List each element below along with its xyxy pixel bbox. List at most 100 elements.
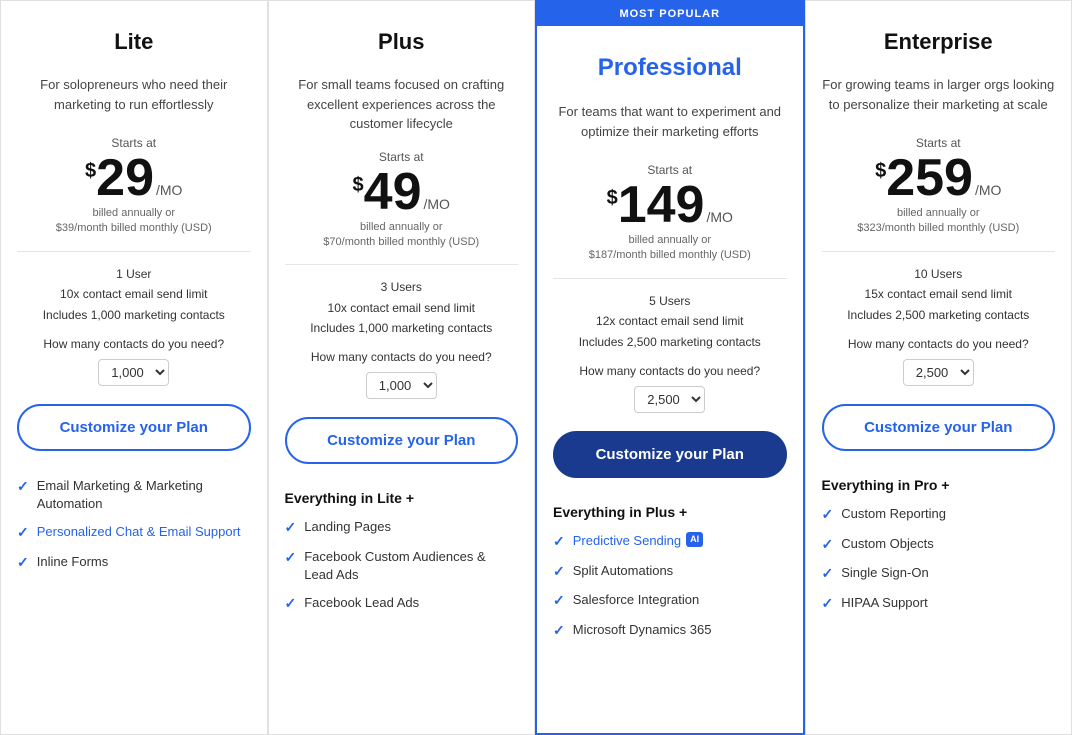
feature-link[interactable]: Personalized Chat & Email Support [37, 523, 241, 541]
plan-name: Professional [553, 54, 787, 82]
check-icon: ✓ [285, 518, 297, 538]
contacts-select-wrapper: 1,000 [1, 355, 267, 396]
price-dollar: $ [85, 160, 96, 183]
billed-info: billed annually or$39/month billed month… [1, 204, 267, 245]
everything-in: Everything in Lite + [285, 490, 519, 506]
price-mo: /MO [156, 182, 182, 198]
price-row: $ 149 /MO [537, 179, 803, 231]
feature-item: ✓ Inline Forms [17, 553, 251, 573]
check-icon: ✓ [553, 591, 565, 611]
check-icon: ✓ [17, 523, 29, 543]
price-amount: 149 [618, 179, 705, 231]
billed-info: billed annually or$70/month billed month… [269, 218, 535, 259]
plan-header-lite: Lite [1, 1, 267, 65]
contacts-dropdown[interactable]: 2,500 [903, 359, 974, 386]
contacts-question: How many contacts do you need? [269, 344, 535, 368]
feature-text: Custom Objects [841, 535, 933, 553]
check-icon: ✓ [822, 564, 834, 584]
contacts-dropdown[interactable]: 2,500 [634, 386, 705, 413]
limit-item: 1 User [17, 264, 251, 284]
feature-item: ✓ Salesforce Integration [553, 591, 787, 611]
plan-description: For small teams focused on crafting exce… [269, 65, 535, 144]
starts-at-label: Starts at [537, 163, 803, 177]
contacts-question: How many contacts do you need? [806, 331, 1072, 355]
price-row: $ 259 /MO [806, 152, 1072, 204]
price-amount: 29 [96, 152, 154, 204]
check-icon: ✓ [553, 621, 565, 641]
cta-button-professional[interactable]: Customize your Plan [553, 431, 787, 478]
ai-badge: AI [686, 532, 703, 547]
contacts-select-wrapper: 1,000 [269, 368, 535, 409]
limit-item: 15x contact email send limit [822, 284, 1056, 304]
check-icon: ✓ [822, 535, 834, 555]
limit-item: Includes 2,500 marketing contacts [822, 305, 1056, 325]
plan-card-plus: Plus For small teams focused on crafting… [268, 0, 536, 735]
feature-text: Facebook Lead Ads [304, 594, 419, 612]
contacts-dropdown[interactable]: 1,000 [98, 359, 169, 386]
price-row: $ 49 /MO [269, 166, 535, 218]
price-mo: /MO [975, 182, 1001, 198]
limit-item: Includes 2,500 marketing contacts [553, 332, 787, 352]
check-icon: ✓ [553, 532, 565, 552]
price-amount: 259 [886, 152, 973, 204]
starts-at-label: Starts at [806, 136, 1072, 150]
feature-text: Split Automations [573, 562, 673, 580]
pricing-container: Lite For solopreneurs who need their mar… [0, 0, 1072, 735]
feature-text: Custom Reporting [841, 505, 946, 523]
feature-text: HIPAA Support [841, 594, 927, 612]
limit-item: Includes 1,000 marketing contacts [285, 318, 519, 338]
plan-header-enterprise: Enterprise [806, 1, 1072, 65]
plan-card-enterprise: Enterprise For growing teams in larger o… [805, 0, 1072, 735]
check-icon: ✓ [17, 477, 29, 497]
contacts-question: How many contacts do you need? [1, 331, 267, 355]
plan-limits: 3 Users10x contact email send limitInclu… [269, 271, 535, 344]
cta-button-lite[interactable]: Customize your Plan [17, 404, 251, 451]
limit-item: 10x contact email send limit [285, 298, 519, 318]
plan-limits: 10 Users15x contact email send limitIncl… [806, 258, 1072, 331]
price-dollar: $ [607, 187, 618, 210]
feature-text: Facebook Custom Audiences & Lead Ads [304, 548, 518, 584]
plan-card-lite: Lite For solopreneurs who need their mar… [0, 0, 268, 735]
price-amount: 49 [364, 166, 422, 218]
check-icon: ✓ [822, 594, 834, 614]
price-mo: /MO [424, 196, 450, 212]
feature-item: ✓ Email Marketing & Marketing Automation [17, 477, 251, 513]
plan-name: Enterprise [822, 29, 1056, 55]
check-icon: ✓ [285, 594, 297, 614]
most-popular-badge: MOST POPULAR [537, 2, 803, 26]
limit-item: 12x contact email send limit [553, 311, 787, 331]
limit-item: 3 Users [285, 277, 519, 297]
feature-text: Email Marketing & Marketing Automation [37, 477, 251, 513]
plan-card-professional: MOST POPULAR Professional For teams that… [535, 0, 805, 735]
plan-description: For teams that want to experiment and op… [537, 92, 803, 157]
features-section-plus: Everything in Lite + ✓ Landing Pages ✓ F… [269, 480, 535, 734]
plan-name: Lite [17, 29, 251, 55]
contacts-dropdown[interactable]: 1,000 [366, 372, 437, 399]
feature-text: Salesforce Integration [573, 591, 699, 609]
feature-text: Landing Pages [304, 518, 391, 536]
features-section-lite: ✓ Email Marketing & Marketing Automation… [1, 467, 267, 734]
feature-item: ✓ Personalized Chat & Email Support [17, 523, 251, 543]
feature-text: Inline Forms [37, 553, 109, 571]
feature-item: ✓ Predictive Sending AI [553, 532, 787, 552]
contacts-question: How many contacts do you need? [537, 358, 803, 382]
plan-description: For growing teams in larger orgs looking… [806, 65, 1072, 130]
plan-limits: 1 User10x contact email send limitInclud… [1, 258, 267, 331]
features-section-professional: Everything in Plus + ✓ Predictive Sendin… [537, 494, 803, 733]
limit-item: 10 Users [822, 264, 1056, 284]
feature-item: ✓ HIPAA Support [822, 594, 1056, 614]
everything-in: Everything in Plus + [553, 504, 787, 520]
feature-link[interactable]: Predictive Sending [573, 532, 681, 550]
plan-header-professional: Professional [537, 26, 803, 92]
cta-button-plus[interactable]: Customize your Plan [285, 417, 519, 464]
check-icon: ✓ [553, 562, 565, 582]
starts-at-label: Starts at [1, 136, 267, 150]
feature-item: ✓ Facebook Custom Audiences & Lead Ads [285, 548, 519, 584]
contacts-select-wrapper: 2,500 [537, 382, 803, 423]
feature-text: Single Sign-On [841, 564, 928, 582]
check-icon: ✓ [17, 553, 29, 573]
cta-button-enterprise[interactable]: Customize your Plan [822, 404, 1056, 451]
price-mo: /MO [706, 209, 732, 225]
feature-item: ✓ Facebook Lead Ads [285, 594, 519, 614]
check-icon: ✓ [285, 548, 297, 568]
